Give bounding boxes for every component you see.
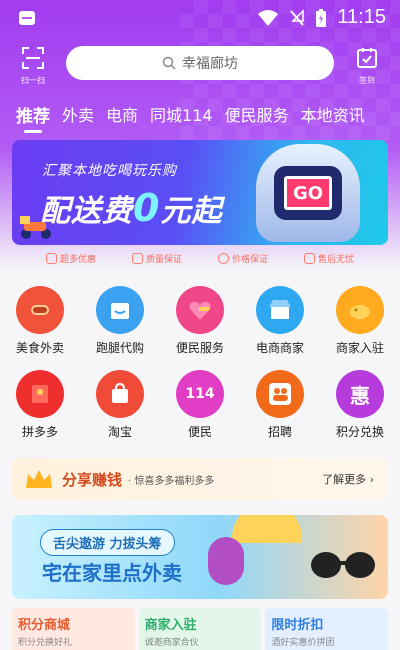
quality-icon xyxy=(131,253,143,264)
grid-label: 拼多多 xyxy=(21,425,58,439)
banner-headline: 配送费0元起 xyxy=(40,186,222,230)
card-title: 限时折扣 xyxy=(271,618,324,633)
banner-headline-zero: 0 xyxy=(133,186,161,230)
delivery-promo-banner[interactable]: 汇聚本地吃喝玩乐购 配送费0元起 GO xyxy=(12,140,388,245)
delivery-box-icon xyxy=(96,286,144,334)
sunglasses-icon xyxy=(311,552,375,578)
card-subtitle: 诚邀商家合伙 xyxy=(144,638,199,648)
red-envelope-icon xyxy=(16,370,64,418)
share-earn-banner[interactable]: 分享赚钱 · 惊喜多多福利多多 了解更多 › xyxy=(12,458,388,500)
banner-headline-suffix: 元起 xyxy=(160,194,223,229)
robot-screen: GO xyxy=(274,166,342,220)
share-title: 分享赚钱 xyxy=(62,470,123,489)
search-placeholder: 幸福廊坊 xyxy=(182,56,238,72)
crown-icon xyxy=(26,470,52,488)
card-title: 积分商城 xyxy=(18,618,71,633)
heart-hammer-icon xyxy=(176,286,224,334)
114-icon: 114 xyxy=(176,370,224,418)
shield-icon xyxy=(303,253,315,264)
grid-item-convenience-114[interactable]: 114 便民 xyxy=(160,370,240,440)
category-tabs: 推荐 外卖 电商 同城114 便民服务 本地资讯 xyxy=(16,102,365,133)
grid-label: 便民 xyxy=(187,425,212,439)
learn-more-link[interactable]: 了解更多 › xyxy=(322,471,374,487)
sign-in-button[interactable]: 签到 xyxy=(350,46,384,86)
card-subtitle: 酒好实惠价拼团 xyxy=(271,638,335,648)
takeout-promo-banner[interactable]: 舌尖遨游 力拔头筹 宅在家里点外卖 xyxy=(12,515,388,599)
scan-button[interactable]: 扫一扫 xyxy=(16,46,50,86)
scan-label: 扫一扫 xyxy=(21,76,45,85)
tab-recommend[interactable]: 推荐 xyxy=(16,102,50,133)
hotdog-icon xyxy=(16,286,64,334)
grid-label: 便民服务 xyxy=(175,341,224,355)
grid-label: 招聘 xyxy=(267,425,292,439)
grapes-icon xyxy=(208,537,244,585)
grid-label: 淘宝 xyxy=(107,425,132,439)
piggy-bank-icon xyxy=(336,286,384,334)
feature-cards: 积分商城 积分兑换好礼 商家入驻 诚邀商家合伙 限时折扣 酒好实惠价拼团 xyxy=(12,608,389,650)
guarantee-discount: 超多优惠 xyxy=(45,252,96,265)
wifi-icon xyxy=(258,9,279,26)
card-merchant-join[interactable]: 商家入驻 诚邀商家合伙 xyxy=(138,608,262,650)
grid-label: 电商商家 xyxy=(255,341,304,355)
battery-icon xyxy=(316,8,327,27)
promo-headline: 宅在家里点外卖 xyxy=(42,561,182,585)
grid-item-errand[interactable]: 跑腿代购 xyxy=(80,286,160,356)
grid-item-points-exchange[interactable]: 惠 积分兑换 xyxy=(320,370,400,440)
grid-label: 跑腿代购 xyxy=(95,341,144,355)
guarantee-price: 价格保证 xyxy=(217,252,268,265)
robot-mascot: GO xyxy=(256,144,360,242)
guarantee-label: 超多优惠 xyxy=(59,255,96,265)
go-button[interactable]: GO xyxy=(284,176,332,210)
clock: 11:15 xyxy=(337,6,386,28)
tab-local-news[interactable]: 本地资讯 xyxy=(301,102,365,133)
search-icon xyxy=(162,56,176,70)
grid-item-taobao[interactable]: 淘宝 xyxy=(80,370,160,440)
heart-icon xyxy=(217,253,229,264)
card-flash-discount[interactable]: 限时折扣 酒好实惠价拼团 xyxy=(265,608,389,650)
guarantee-label: 售后无忧 xyxy=(317,255,354,265)
learn-more-label: 了解更多 xyxy=(322,473,367,486)
guarantee-label: 质量保证 xyxy=(145,255,182,265)
grid-item-recruit[interactable]: 招聘 xyxy=(240,370,320,440)
banner-subtitle: 汇聚本地吃喝玩乐购 xyxy=(42,163,177,179)
calendar-check-icon xyxy=(357,48,377,68)
promo-chip: 舌尖遨游 力拔头筹 xyxy=(40,529,175,556)
people-icon xyxy=(256,370,304,418)
tab-services[interactable]: 便民服务 xyxy=(225,102,289,133)
guarantee-aftersale: 售后无忧 xyxy=(303,252,354,265)
chevron-right-icon: › xyxy=(369,473,374,486)
hui-icon: 惠 xyxy=(336,370,384,418)
grid-item-food-delivery[interactable]: 美食外卖 xyxy=(0,286,80,356)
guarantee-label: 价格保证 xyxy=(231,255,268,265)
app-notification-icon xyxy=(19,11,35,25)
shop-icon xyxy=(256,286,304,334)
grid-item-ecommerce-merchant[interactable]: 电商商家 xyxy=(240,286,320,356)
no-signal-icon xyxy=(290,8,305,26)
card-points-mall[interactable]: 积分商城 积分兑换好礼 xyxy=(12,608,135,650)
tab-takeout[interactable]: 外卖 xyxy=(62,102,94,133)
grid-item-pinduoduo[interactable]: 拼多多 xyxy=(0,370,80,440)
share-desc: · 惊喜多多福利多多 xyxy=(128,475,215,487)
umbrella-icon xyxy=(232,515,302,543)
courier-scooter-icon xyxy=(20,216,51,239)
card-subtitle: 积分兑换好礼 xyxy=(18,638,73,648)
status-bar: 11:15 xyxy=(0,0,400,36)
scan-icon xyxy=(22,47,44,69)
grid-item-merchant-join[interactable]: 商家入驻 xyxy=(320,286,400,356)
grid-label: 商家入驻 xyxy=(335,341,384,355)
tab-ecommerce[interactable]: 电商 xyxy=(106,102,138,133)
card-title: 商家入驻 xyxy=(144,618,197,633)
sign-label: 签到 xyxy=(359,76,375,85)
shopping-bag-icon xyxy=(96,370,144,418)
guarantee-row: 超多优惠 质量保证 价格保证 售后无忧 xyxy=(0,252,400,265)
grid-label: 美食外卖 xyxy=(15,341,64,355)
discount-icon xyxy=(45,253,57,264)
guarantee-quality: 质量保证 xyxy=(131,252,182,265)
search-input[interactable]: 幸福廊坊 xyxy=(66,46,334,80)
grid-item-convenience[interactable]: 便民服务 xyxy=(160,286,240,356)
grid-label: 积分兑换 xyxy=(335,425,384,439)
tab-city114[interactable]: 同城114 xyxy=(150,102,213,133)
service-grid: 美食外卖 跑腿代购 便民服务 电商商家 商家入驻 拼多多 淘宝 114 便民 招… xyxy=(0,286,400,440)
